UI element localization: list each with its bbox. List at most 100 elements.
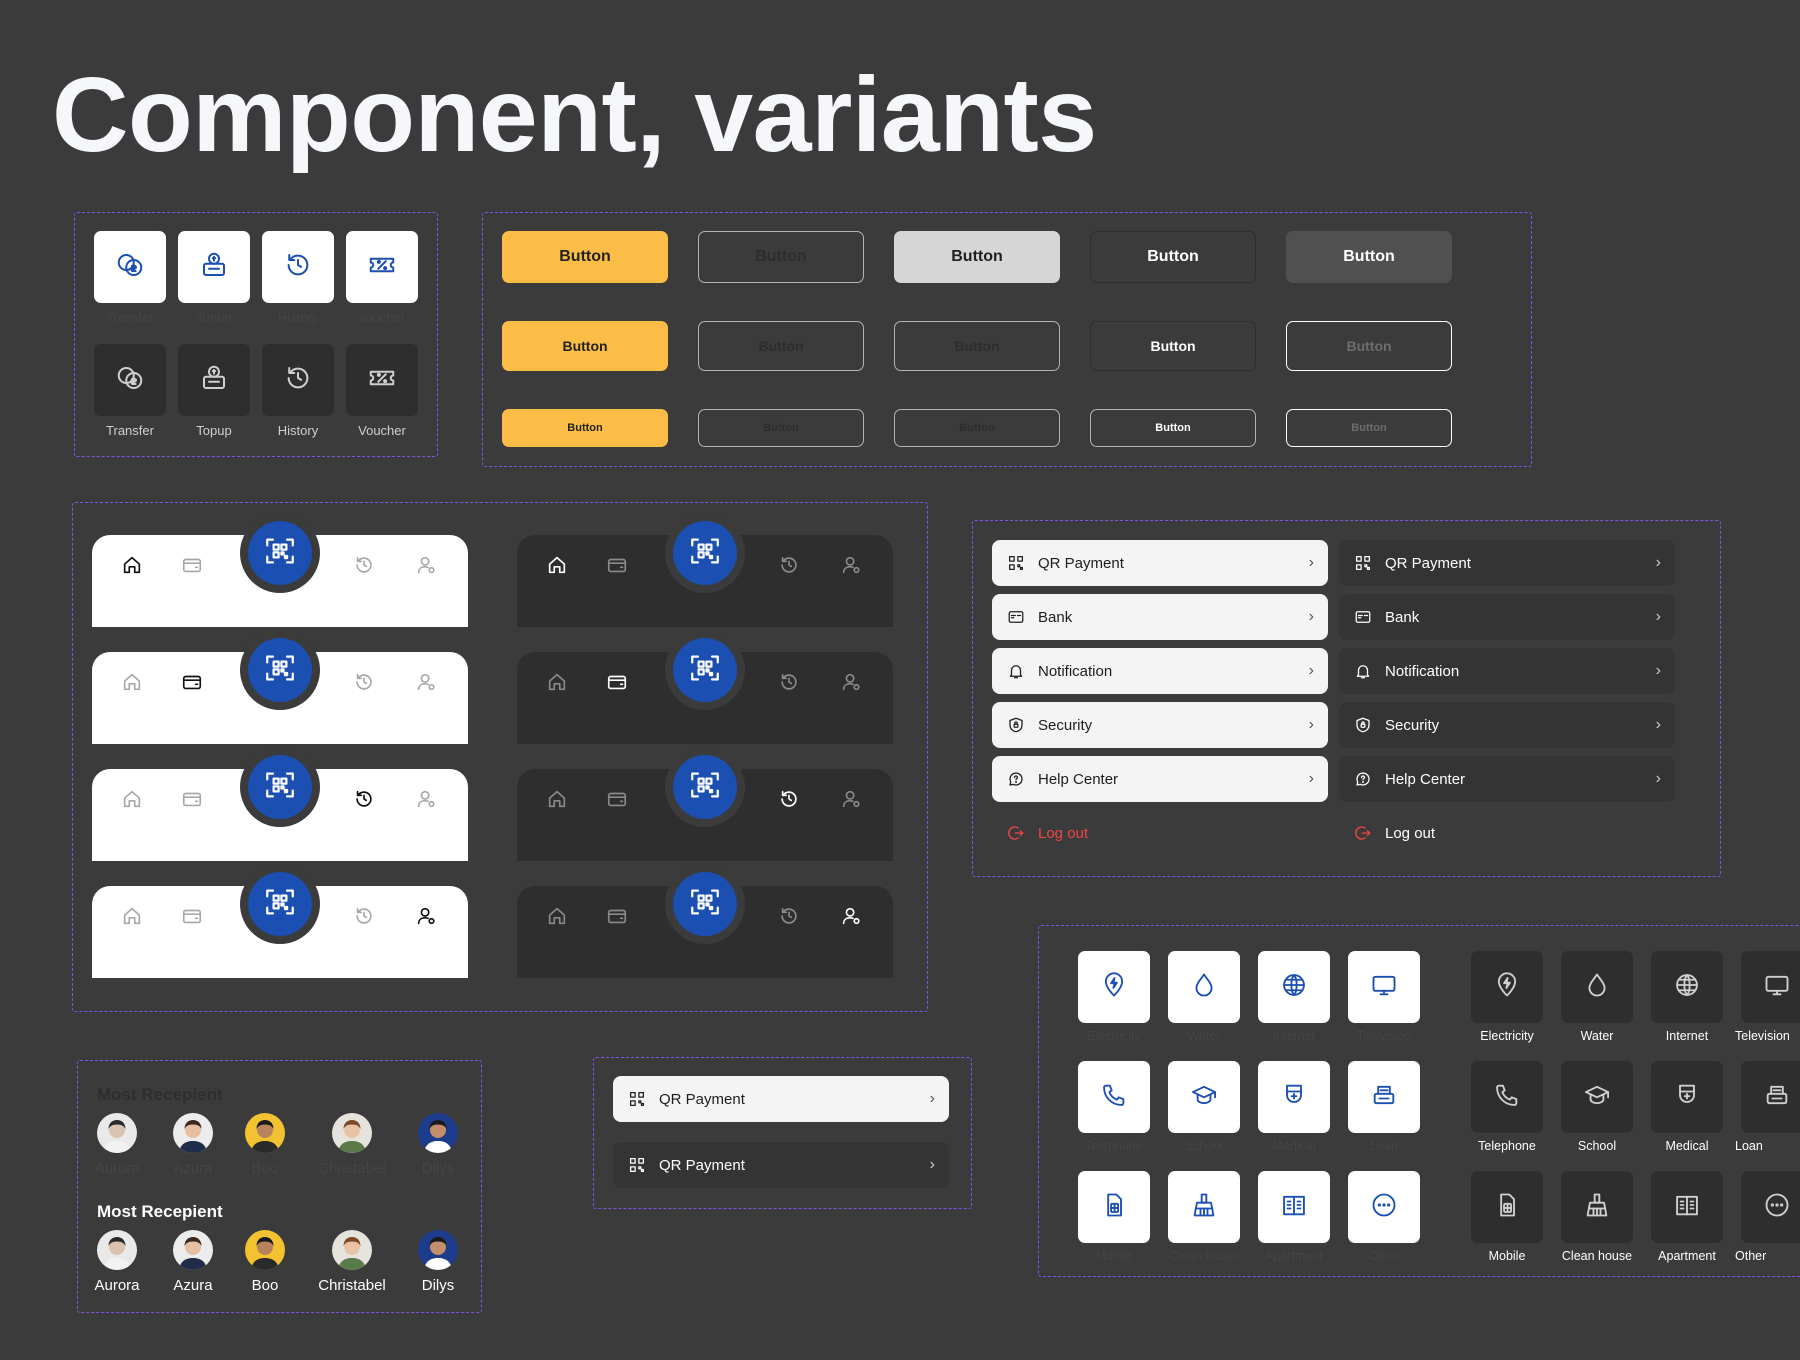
nav-wallet[interactable] <box>605 906 629 930</box>
nav-profile[interactable] <box>839 906 863 930</box>
qr-scan-button[interactable] <box>673 638 737 702</box>
button-ol-muted-lg[interactable]: Button <box>698 231 864 283</box>
menu-row-notification[interactable]: Notification › <box>1339 648 1675 694</box>
nav-history[interactable] <box>777 555 801 579</box>
bill-tile[interactable] <box>1078 951 1150 1023</box>
qr-scan-button[interactable] <box>248 638 312 702</box>
qr-scan-button[interactable] <box>248 872 312 936</box>
bill-tile[interactable] <box>1741 1061 1800 1133</box>
bill-tile[interactable] <box>1651 951 1723 1023</box>
bill-tile[interactable] <box>1348 951 1420 1023</box>
menu-row-security[interactable]: Security › <box>992 702 1328 748</box>
bill-tile[interactable] <box>1348 1061 1420 1133</box>
button-primary-sm[interactable]: Button <box>502 409 668 447</box>
bill-tile[interactable] <box>1651 1171 1723 1243</box>
button-ol-muted-md[interactable]: Button <box>698 321 864 371</box>
nav-history[interactable] <box>777 906 801 930</box>
logout-button[interactable]: Log out <box>1339 810 1675 856</box>
bill-tile[interactable] <box>1258 1171 1330 1243</box>
menu-row-qr-payment[interactable]: QR Payment › <box>992 540 1328 586</box>
bill-tile[interactable] <box>1561 1061 1633 1133</box>
nav-home[interactable] <box>120 672 144 696</box>
nav-profile[interactable] <box>839 555 863 579</box>
nav-history[interactable] <box>352 906 376 930</box>
nav-profile[interactable] <box>414 906 438 930</box>
menu-row-help-center[interactable]: Help Center › <box>992 756 1328 802</box>
avatar[interactable] <box>173 1230 213 1270</box>
avatar[interactable] <box>418 1113 458 1153</box>
menu-row-bank[interactable]: Bank › <box>1339 594 1675 640</box>
button-primary-md[interactable]: Button <box>502 321 668 371</box>
nav-home[interactable] <box>120 906 144 930</box>
button-ol-dark-md[interactable]: Button <box>1090 321 1256 371</box>
bill-tile[interactable] <box>1741 1171 1800 1243</box>
nav-wallet[interactable] <box>605 672 629 696</box>
nav-profile[interactable] <box>839 672 863 696</box>
nav-home[interactable] <box>545 789 569 813</box>
avatar[interactable] <box>245 1230 285 1270</box>
bill-tile[interactable] <box>1561 951 1633 1023</box>
bill-tile[interactable] <box>1258 1061 1330 1133</box>
quick-action-tile[interactable] <box>178 344 250 416</box>
nav-history[interactable] <box>352 672 376 696</box>
nav-history[interactable] <box>777 672 801 696</box>
bill-tile[interactable] <box>1741 951 1800 1023</box>
button-grey-dark-lg[interactable]: Button <box>1286 231 1452 283</box>
quick-action-tile[interactable] <box>94 231 166 303</box>
avatar[interactable] <box>97 1230 137 1270</box>
avatar[interactable] <box>418 1230 458 1270</box>
quick-action-tile[interactable] <box>262 231 334 303</box>
nav-wallet[interactable] <box>180 789 204 813</box>
nav-profile[interactable] <box>414 789 438 813</box>
logout-button[interactable]: Log out <box>992 810 1328 856</box>
bill-tile[interactable] <box>1651 1061 1723 1133</box>
avatar[interactable] <box>173 1113 213 1153</box>
bill-tile[interactable] <box>1168 1171 1240 1243</box>
bill-tile[interactable] <box>1078 1171 1150 1243</box>
nav-wallet[interactable] <box>605 789 629 813</box>
bill-tile[interactable] <box>1561 1171 1633 1243</box>
bill-tile[interactable] <box>1471 1171 1543 1243</box>
button-ol-muted-sm[interactable]: Button <box>698 409 864 447</box>
avatar[interactable] <box>332 1113 372 1153</box>
bill-tile[interactable] <box>1168 951 1240 1023</box>
nav-home[interactable] <box>120 789 144 813</box>
menu-row-security[interactable]: Security › <box>1339 702 1675 748</box>
nav-history[interactable] <box>352 555 376 579</box>
qr-scan-button[interactable] <box>673 872 737 936</box>
nav-wallet[interactable] <box>180 906 204 930</box>
menu-row-qr-payment[interactable]: QR Payment › <box>1339 540 1675 586</box>
nav-wallet[interactable] <box>605 555 629 579</box>
bill-tile[interactable] <box>1471 951 1543 1023</box>
nav-wallet[interactable] <box>180 672 204 696</box>
bill-tile[interactable] <box>1348 1171 1420 1243</box>
menu-row-notification[interactable]: Notification › <box>992 648 1328 694</box>
bill-tile[interactable] <box>1258 951 1330 1023</box>
nav-home[interactable] <box>545 906 569 930</box>
qr-payment-row[interactable]: QR Payment › <box>613 1142 949 1188</box>
qr-scan-button[interactable] <box>673 755 737 819</box>
quick-action-tile[interactable] <box>178 231 250 303</box>
button-ol-white-muted-sm[interactable]: Button <box>1286 409 1452 447</box>
quick-action-tile[interactable] <box>346 344 418 416</box>
nav-home[interactable] <box>545 672 569 696</box>
nav-home[interactable] <box>120 555 144 579</box>
avatar[interactable] <box>245 1113 285 1153</box>
button-primary-lg[interactable]: Button <box>502 231 668 283</box>
nav-wallet[interactable] <box>180 555 204 579</box>
avatar[interactable] <box>332 1230 372 1270</box>
qr-scan-button[interactable] <box>248 521 312 585</box>
quick-action-tile[interactable] <box>94 344 166 416</box>
avatar[interactable] <box>97 1113 137 1153</box>
nav-profile[interactable] <box>414 555 438 579</box>
nav-home[interactable] <box>545 555 569 579</box>
button-grey-lg[interactable]: Button <box>894 231 1060 283</box>
button-ol-white-muted-md[interactable]: Button <box>1286 321 1452 371</box>
qr-scan-button[interactable] <box>248 755 312 819</box>
bill-tile[interactable] <box>1168 1061 1240 1133</box>
nav-history[interactable] <box>352 789 376 813</box>
button-ol-dark-lg[interactable]: Button <box>1090 231 1256 283</box>
nav-profile[interactable] <box>839 789 863 813</box>
bill-tile[interactable] <box>1471 1061 1543 1133</box>
menu-row-help-center[interactable]: Help Center › <box>1339 756 1675 802</box>
